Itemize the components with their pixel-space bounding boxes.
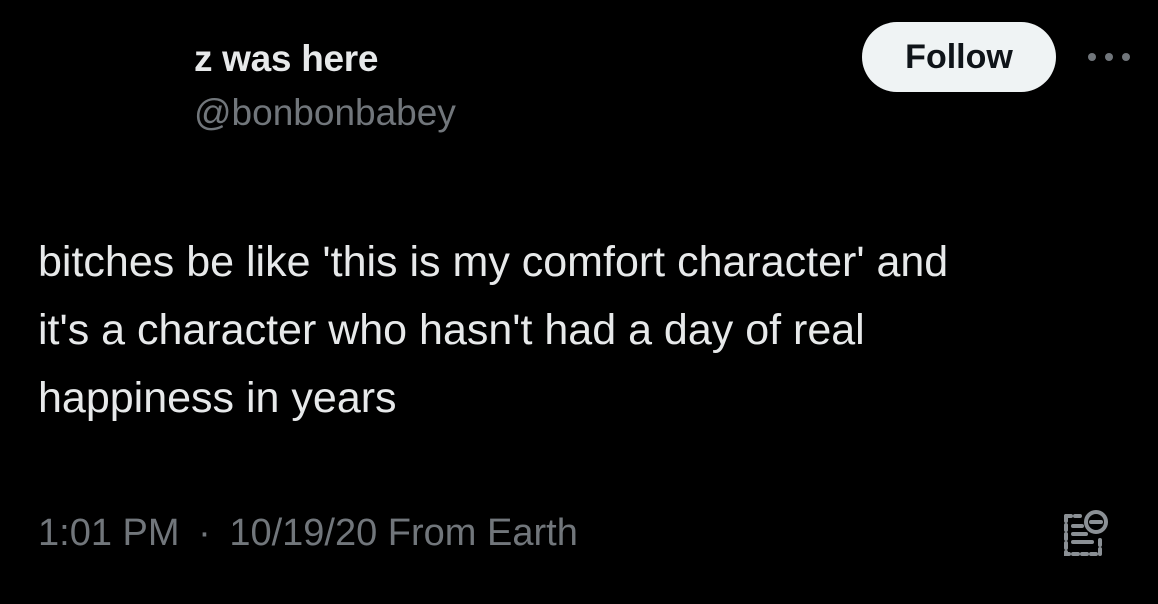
tweet-source: From Earth — [387, 512, 578, 554]
tweet-text-line: happiness in years — [38, 374, 397, 422]
view-analytics-icon[interactable] — [1052, 504, 1114, 566]
tweet-time[interactable]: 1:01 PM — [38, 512, 180, 554]
more-dot — [1105, 53, 1113, 61]
more-dot — [1122, 53, 1130, 61]
tweet-date[interactable]: 10/19/20 — [229, 512, 377, 554]
tweet-text-line: it's a character who hasn't had a day of… — [38, 306, 865, 354]
tweet-card: z was here @bonbonbabey Follow bitches b… — [0, 0, 1158, 604]
tweet-meta: 1:01 PM · 10/19/20 From Earth — [38, 512, 578, 555]
user-handle[interactable]: @bonbonbabey — [194, 92, 456, 134]
more-horizontal-icon[interactable] — [1088, 50, 1130, 64]
meta-separator: · — [198, 512, 211, 554]
display-name[interactable]: z was here — [194, 38, 378, 80]
view-analytics-icon-svg — [1064, 510, 1108, 556]
tweet-text: bitches be like 'this is my comfort char… — [38, 228, 1138, 432]
more-dot — [1088, 53, 1096, 61]
tweet-text-line: bitches be like 'this is my comfort char… — [38, 238, 949, 286]
follow-button[interactable]: Follow — [862, 22, 1056, 92]
